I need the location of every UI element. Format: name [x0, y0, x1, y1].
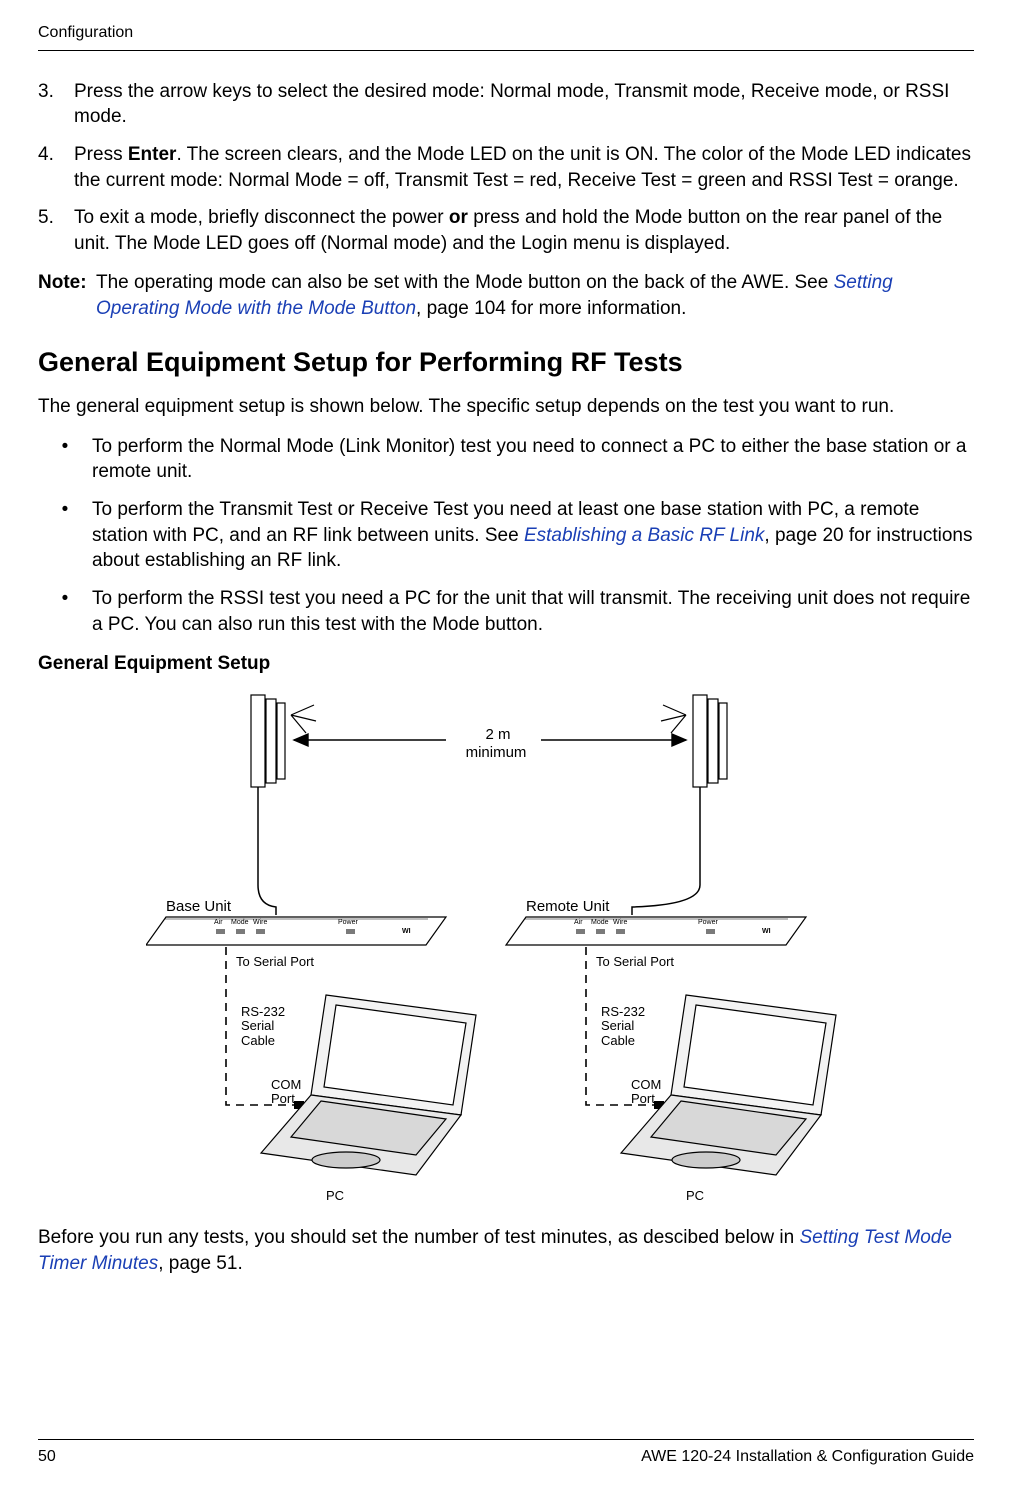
unit-wire-label: Wire: [253, 918, 267, 927]
bullet-body: To perform the RSSI test you need a PC f…: [92, 586, 974, 637]
page-footer: 50 AWE 120-24 Installation & Configurati…: [38, 1439, 974, 1468]
note-body: The operating mode can also be set with …: [96, 270, 974, 321]
com-l1-left: COM: [271, 1078, 301, 1092]
header-rule: [38, 50, 974, 51]
unit-power-label-r: Power: [698, 918, 718, 927]
bullet-dot: •: [38, 497, 92, 574]
bullet-dot: •: [38, 434, 92, 485]
rs232-l1-left: RS-232: [241, 1005, 285, 1019]
doc-title: AWE 120-24 Installation & Configuration …: [641, 1446, 974, 1468]
section-heading: General Equipment Setup for Performing R…: [38, 344, 974, 380]
note: Note: The operating mode can also be set…: [38, 270, 974, 321]
com-l2-left: Port: [271, 1092, 301, 1106]
com-l2-right: Port: [631, 1092, 661, 1106]
unit-mode-label-r: Mode: [591, 918, 609, 927]
note-label: Note:: [38, 270, 96, 321]
serial-port-label-left: To Serial Port: [236, 953, 314, 971]
bullet-3: • To perform the RSSI test you need a PC…: [38, 586, 974, 637]
step-number: 5.: [38, 205, 74, 256]
text: Press: [74, 144, 128, 165]
unit-power-label: Power: [338, 918, 358, 927]
page-number: 50: [38, 1446, 56, 1468]
note-text: , page 104 for more information.: [416, 298, 686, 319]
step-3: 3. Press the arrow keys to select the de…: [38, 79, 974, 130]
step-4: 4. Press Enter. The screen clears, and t…: [38, 142, 974, 193]
text: . The screen clears, and the Mode LED on…: [74, 144, 971, 191]
note-text: The operating mode can also be set with …: [96, 272, 834, 293]
rs232-l3-left: Cable: [241, 1034, 285, 1048]
rs232-l1-right: RS-232: [601, 1005, 645, 1019]
unit-wire-label-r: Wire: [613, 918, 627, 927]
after-figure-text: Before you run any tests, you should set…: [38, 1225, 974, 1276]
svg-text:WI: WI: [402, 928, 411, 935]
distance-label-bottom: minimum: [446, 743, 546, 763]
step-5: 5. To exit a mode, briefly disconnect th…: [38, 205, 974, 256]
text: , page 51.: [158, 1253, 243, 1274]
pc-label-left: PC: [326, 1187, 344, 1205]
unit-air-label: Air: [214, 918, 223, 927]
footer-rule: [38, 1439, 974, 1440]
bold-or: or: [449, 207, 468, 228]
bullet-dot: •: [38, 586, 92, 637]
running-header: Configuration: [38, 22, 974, 44]
unit-mode-label: Mode: [231, 918, 249, 927]
bullet-list: • To perform the Normal Mode (Link Monit…: [38, 434, 974, 637]
text: To exit a mode, briefly disconnect the p…: [74, 207, 449, 228]
rf-link-link[interactable]: Establishing a Basic RF Link: [524, 525, 764, 546]
rs232-l3-right: Cable: [601, 1034, 645, 1048]
step-body: Press Enter. The screen clears, and the …: [74, 142, 974, 193]
section-lead: The general equipment setup is shown bel…: [38, 394, 974, 420]
text: Before you run any tests, you should set…: [38, 1227, 799, 1248]
pc-label-right: PC: [686, 1187, 704, 1205]
figure-title: General Equipment Setup: [38, 651, 974, 677]
bullet-1: • To perform the Normal Mode (Link Monit…: [38, 434, 974, 485]
base-unit-label: Base Unit: [166, 897, 231, 917]
svg-text:WI: WI: [762, 928, 771, 935]
equipment-setup-diagram: WI WI: [146, 685, 866, 1215]
rs232-l2-left: Serial: [241, 1019, 285, 1033]
bullet-body: To perform the Transmit Test or Receive …: [92, 497, 974, 574]
step-number: 3.: [38, 79, 74, 130]
unit-air-label-r: Air: [574, 918, 583, 927]
step-body: To exit a mode, briefly disconnect the p…: [74, 205, 974, 256]
remote-unit-label: Remote Unit: [526, 897, 609, 917]
com-l1-right: COM: [631, 1078, 661, 1092]
serial-port-label-right: To Serial Port: [596, 953, 674, 971]
step-list: 3. Press the arrow keys to select the de…: [38, 79, 974, 257]
bold-enter: Enter: [128, 144, 177, 165]
diagram-svg: WI WI: [146, 685, 866, 1215]
bullet-2: • To perform the Transmit Test or Receiv…: [38, 497, 974, 574]
figure-container: WI WI: [38, 685, 974, 1215]
rs232-l2-right: Serial: [601, 1019, 645, 1033]
step-number: 4.: [38, 142, 74, 193]
bullet-body: To perform the Normal Mode (Link Monitor…: [92, 434, 974, 485]
step-body: Press the arrow keys to select the desir…: [74, 79, 974, 130]
